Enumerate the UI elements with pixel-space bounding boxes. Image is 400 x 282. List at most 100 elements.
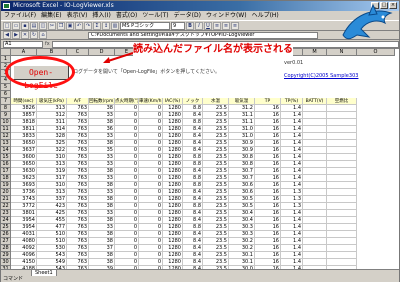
table-cell[interactable] xyxy=(303,154,327,161)
table-cell[interactable]: 314 xyxy=(37,126,67,133)
table-cell[interactable]: 0 xyxy=(115,182,139,189)
table-cell[interactable]: 23.5 xyxy=(203,238,229,245)
table-cell[interactable]: 1280 xyxy=(163,245,183,252)
table-cell[interactable]: 0 xyxy=(115,175,139,182)
table-cell[interactable]: 16 xyxy=(255,203,281,210)
table-cell[interactable]: 325 xyxy=(37,140,67,147)
paste-icon[interactable]: ▣ xyxy=(66,21,74,30)
row-header[interactable]: 13 xyxy=(1,140,11,147)
table-cell[interactable]: 8.4 xyxy=(183,259,203,266)
table-cell[interactable] xyxy=(303,119,327,126)
table-cell[interactable]: 8.8 xyxy=(183,161,203,168)
table-cell[interactable]: 0 xyxy=(115,140,139,147)
align-left-icon[interactable]: ≡ xyxy=(213,21,221,30)
table-cell[interactable] xyxy=(303,231,327,238)
table-cell[interactable]: 4150 xyxy=(11,259,37,266)
table-cell[interactable]: 23.5 xyxy=(203,112,229,119)
table-cell[interactable]: 0 xyxy=(115,168,139,175)
row-header[interactable]: 20 xyxy=(1,189,11,196)
header-cell[interactable]: IAC(%) xyxy=(163,98,183,105)
table-cell[interactable]: 1.4 xyxy=(281,168,303,175)
row-header[interactable]: 28 xyxy=(1,245,11,252)
table-cell[interactable]: 33 xyxy=(89,210,115,217)
table-cell[interactable]: 1280 xyxy=(163,196,183,203)
table-cell[interactable]: 3772 xyxy=(11,203,37,210)
row-header[interactable]: 15 xyxy=(1,154,11,161)
table-cell[interactable]: 763 xyxy=(67,203,89,210)
table-cell[interactable]: 0 xyxy=(115,231,139,238)
table-cell[interactable]: 33 xyxy=(89,133,115,140)
table-cell[interactable]: 0 xyxy=(115,119,139,126)
table-cell[interactable] xyxy=(327,168,357,175)
table-cell[interactable]: 23.5 xyxy=(203,154,229,161)
table-cell[interactable]: 31.0 xyxy=(229,126,255,133)
table-cell[interactable]: 1.4 xyxy=(281,224,303,231)
table-cell[interactable]: 1.4 xyxy=(281,161,303,168)
name-box[interactable]: A1 xyxy=(3,40,43,48)
back-icon[interactable]: ◀ xyxy=(3,31,11,39)
table-cell[interactable]: 3650 xyxy=(11,161,37,168)
table-cell[interactable]: 1.4 xyxy=(281,147,303,154)
table-cell[interactable]: 763 xyxy=(67,252,89,259)
table-cell[interactable] xyxy=(327,140,357,147)
table-cell[interactable] xyxy=(303,133,327,140)
table-cell[interactable]: 1280 xyxy=(163,252,183,259)
table-cell[interactable]: 1.4 xyxy=(281,154,303,161)
table-cell[interactable]: 0 xyxy=(139,217,163,224)
table-cell[interactable]: 23.5 xyxy=(203,210,229,217)
table-cell[interactable]: 510 xyxy=(37,231,67,238)
table-cell[interactable]: 23.5 xyxy=(203,217,229,224)
row-header[interactable]: 23 xyxy=(1,210,11,217)
table-cell[interactable]: 1280 xyxy=(163,182,183,189)
table-cell[interactable]: 8.8 xyxy=(183,175,203,182)
table-cell[interactable] xyxy=(303,196,327,203)
column-header-O[interactable]: O xyxy=(357,49,395,56)
table-cell[interactable]: 317 xyxy=(37,175,67,182)
column-header-A[interactable]: A xyxy=(11,49,37,56)
address-field[interactable]: C:¥Documents and Settings¥iaa¥デスクトップ¥TOP… xyxy=(88,31,318,39)
table-cell[interactable]: 33 xyxy=(89,175,115,182)
bold-icon[interactable]: B xyxy=(186,21,194,30)
align-center-icon[interactable]: ≡ xyxy=(222,21,230,30)
table-cell[interactable]: 23.5 xyxy=(203,182,229,189)
table-cell[interactable]: 1280 xyxy=(163,147,183,154)
menu-item-8[interactable]: ヘルプ(H) xyxy=(252,12,279,19)
table-cell[interactable]: 3801 xyxy=(11,210,37,217)
undo-icon[interactable]: ↶ xyxy=(75,21,83,30)
row-header[interactable]: 19 xyxy=(1,182,11,189)
table-cell[interactable]: 3637 xyxy=(11,147,37,154)
table-cell[interactable]: 33 xyxy=(89,112,115,119)
table-cell[interactable]: 38 xyxy=(89,196,115,203)
table-cell[interactable]: 23.5 xyxy=(203,140,229,147)
menu-item-7[interactable]: ウィンドウ(W) xyxy=(206,12,247,19)
table-cell[interactable]: 38 xyxy=(89,252,115,259)
table-cell[interactable]: 38 xyxy=(89,119,115,126)
table-cell[interactable]: 423 xyxy=(37,203,67,210)
table-cell[interactable] xyxy=(327,133,357,140)
table-cell[interactable]: 23.5 xyxy=(203,175,229,182)
table-cell[interactable]: 0 xyxy=(139,196,163,203)
italic-icon[interactable]: I xyxy=(195,21,203,30)
table-cell[interactable]: 312 xyxy=(37,112,67,119)
table-cell[interactable]: 3833 xyxy=(11,133,37,140)
table-cell[interactable]: 1280 xyxy=(163,217,183,224)
table-cell[interactable]: 1280 xyxy=(163,168,183,175)
forward-icon[interactable]: ▶ xyxy=(12,31,20,39)
table-cell[interactable] xyxy=(327,196,357,203)
table-cell[interactable]: 1.3 xyxy=(281,189,303,196)
header-cell[interactable]: 車速(Km/h) xyxy=(139,98,163,105)
table-cell[interactable]: 0 xyxy=(115,147,139,154)
table-cell[interactable]: 30.4 xyxy=(229,217,255,224)
menu-item-6[interactable]: データ(D) xyxy=(174,12,201,19)
table-cell[interactable]: 8.4 xyxy=(183,217,203,224)
table-cell[interactable] xyxy=(303,140,327,147)
table-cell[interactable] xyxy=(327,217,357,224)
table-cell[interactable]: 0 xyxy=(115,238,139,245)
table-cell[interactable]: 1.4 xyxy=(281,112,303,119)
table-cell[interactable]: 313 xyxy=(37,189,67,196)
table-cell[interactable] xyxy=(327,203,357,210)
table-cell[interactable]: 1280 xyxy=(163,119,183,126)
table-cell[interactable]: 0 xyxy=(115,112,139,119)
table-cell[interactable]: 16 xyxy=(255,238,281,245)
table-cell[interactable]: 3630 xyxy=(11,168,37,175)
